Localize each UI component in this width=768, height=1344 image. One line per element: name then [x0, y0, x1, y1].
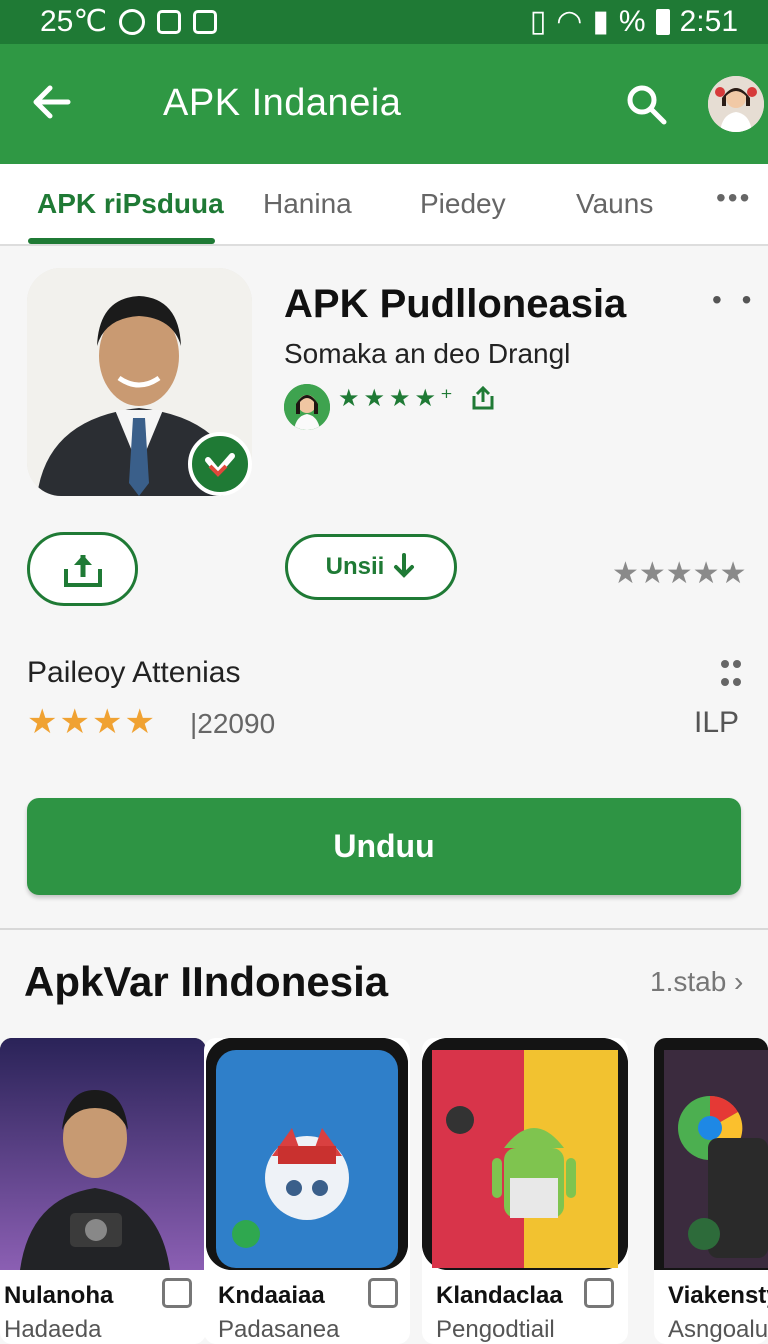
app-card-name: Klandaclaa — [436, 1282, 563, 1309]
status-time: 2:51 — [679, 4, 738, 38]
download-arrow-icon — [394, 553, 415, 578]
app-card-screenshot — [654, 1038, 768, 1270]
app-card-screenshot — [206, 1038, 408, 1270]
tab-bar: APK riPsduua Hanina Piedey Vauns ••• — [0, 164, 768, 246]
tab-apk[interactable]: APK riPsduua — [37, 188, 224, 220]
app-card-name: Kndaaiaa — [218, 1282, 325, 1309]
tab-vauns[interactable]: Vauns — [576, 188, 653, 220]
app-card-publisher: Hadaeda — [4, 1316, 102, 1343]
download-button[interactable]: Unduu — [27, 798, 741, 895]
install-button-label: Unsii — [325, 553, 385, 580]
rating-more-icon[interactable] — [720, 658, 742, 688]
vibrate-icon: ▯ — [529, 5, 547, 38]
section-title: ApkVar IIndonesia — [24, 958, 389, 1005]
upload-icon — [64, 555, 102, 587]
section-divider — [0, 928, 768, 930]
section-see-more-link[interactable]: 1.stab › — [650, 966, 743, 998]
verified-badge-icon — [188, 432, 252, 496]
app-card[interactable]: Viakensty Asngoalua — [654, 1038, 768, 1344]
card-menu-icon[interactable] — [368, 1278, 398, 1308]
app-bar: APK Indaneia — [0, 44, 768, 164]
shield-status-icon — [193, 9, 218, 34]
app-card-screenshot — [422, 1038, 628, 1270]
app-card-publisher: Pengodtiail — [436, 1316, 555, 1343]
rating-title: Paileoy Attenias — [27, 656, 241, 689]
app-card-name: Nulanoha — [4, 1282, 114, 1309]
tab-overflow-icon[interactable]: ••• — [716, 182, 751, 214]
share-small-icon[interactable] — [470, 384, 496, 412]
app-card-publisher: Padasanea — [218, 1316, 340, 1343]
signal-icon: ▮ — [592, 5, 609, 38]
gray-rating-stars: ★★★★★ — [612, 557, 747, 590]
app-card[interactable]: Kndaaiaa Padasanea — [204, 1038, 410, 1344]
app-subtitle: Somaka an deo Drangl — [284, 338, 571, 369]
install-button[interactable]: Unsii — [285, 534, 457, 600]
rating-stars: ★★★★ — [27, 703, 157, 741]
clock-status-icon — [119, 8, 146, 35]
battery-icon — [655, 8, 670, 35]
app-card[interactable]: Nulanoha Hadaeda — [0, 1038, 206, 1344]
app-more-icon[interactable]: • • — [712, 284, 757, 316]
download-button-label: Unduu — [333, 828, 435, 864]
rating-label: ILP — [694, 706, 740, 739]
card-menu-icon[interactable] — [584, 1278, 614, 1308]
wifi-icon: ◠ — [556, 5, 583, 38]
screenshot-status-icon — [157, 9, 182, 34]
card-menu-icon[interactable] — [162, 1278, 192, 1308]
status-bar: 25℃ ▯ ◠ ▮ % 2:51 — [0, 0, 768, 44]
app-card-screenshot — [0, 1038, 206, 1270]
battery-percent: % — [618, 4, 646, 38]
status-temperature: 25℃ — [40, 5, 108, 38]
profile-avatar[interactable] — [708, 76, 764, 132]
app-title: APK Pudlloneasia — [284, 282, 627, 326]
app-bar-title: APK Indaneia — [163, 82, 402, 124]
active-tab-indicator — [28, 238, 215, 244]
share-button[interactable] — [27, 532, 138, 606]
back-arrow-icon[interactable] — [30, 80, 74, 124]
app-card-name: Viakensty — [668, 1282, 768, 1309]
search-icon[interactable] — [624, 82, 668, 126]
developer-avatar — [284, 384, 330, 430]
tab-hanina[interactable]: Hanina — [263, 188, 352, 220]
tab-piedey[interactable]: Piedey — [420, 188, 506, 220]
rating-count: |22090 — [190, 708, 276, 739]
app-card-publisher: Asngoalua — [668, 1316, 768, 1343]
app-card[interactable]: Klandaclaa Pengodtiail — [422, 1038, 628, 1344]
app-mini-rating: ★★★★⁺ — [338, 385, 457, 412]
